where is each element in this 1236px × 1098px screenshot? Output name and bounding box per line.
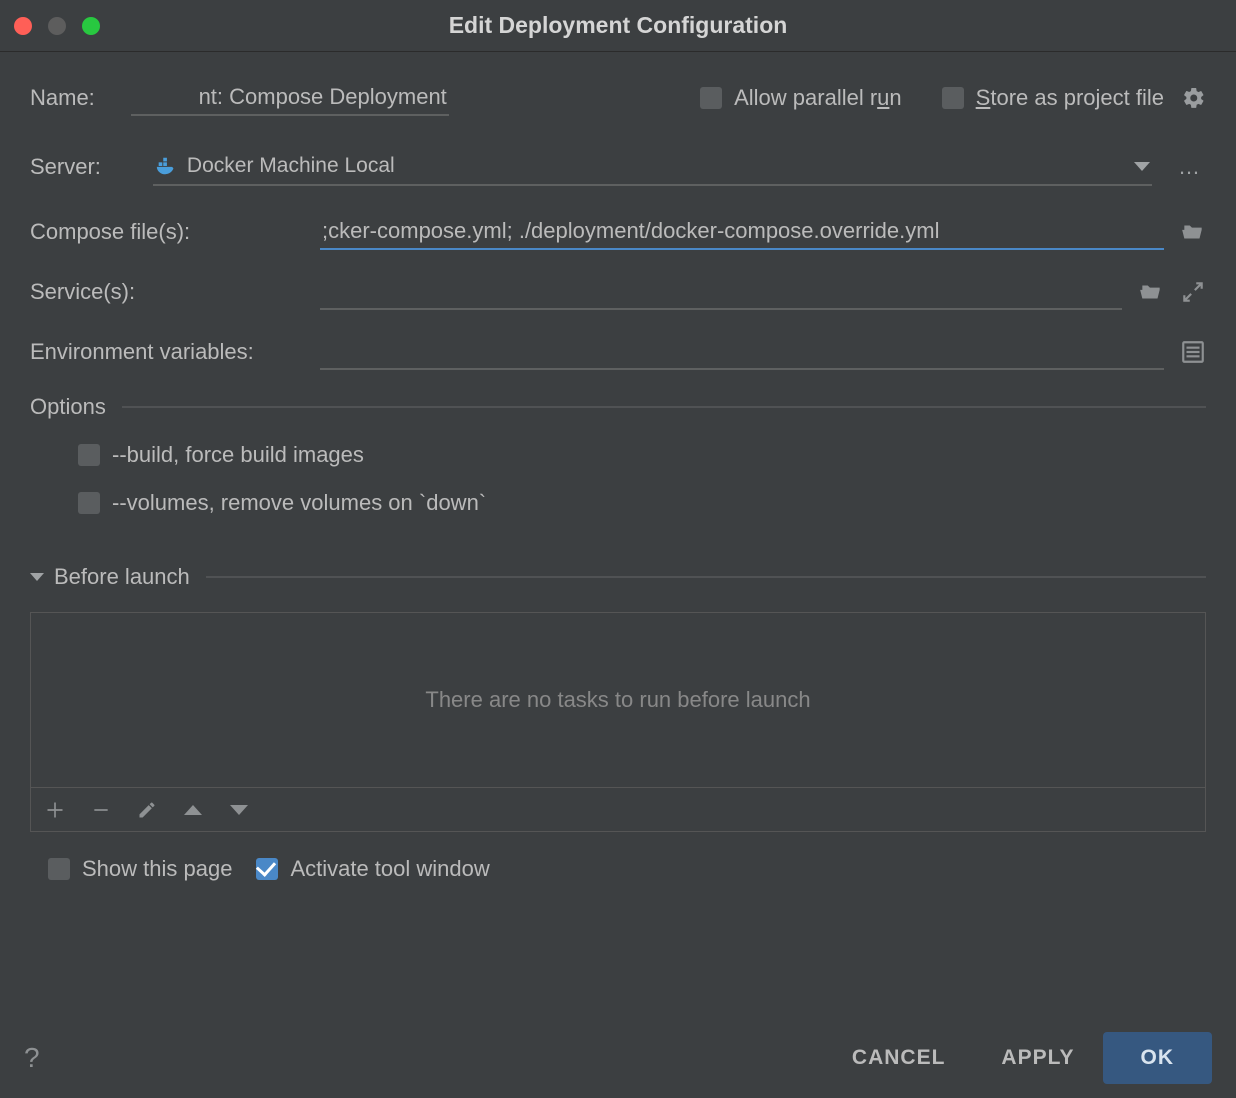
server-more-button[interactable]: … — [1174, 154, 1206, 180]
window-title: Edit Deployment Configuration — [0, 12, 1236, 39]
move-up-button[interactable] — [179, 796, 207, 824]
activate-tool-window-label[interactable]: Activate tool window — [290, 856, 489, 882]
server-label: Server: — [30, 154, 101, 180]
add-button[interactable] — [41, 796, 69, 824]
chevron-down-icon[interactable] — [30, 573, 44, 581]
name-label: Name: — [30, 85, 95, 111]
edit-button[interactable] — [133, 796, 161, 824]
window-controls — [14, 17, 100, 35]
compose-files-label: Compose file(s): — [30, 219, 320, 245]
before-launch-header[interactable]: Before launch — [30, 564, 1206, 590]
env-input[interactable] — [320, 334, 1164, 370]
show-this-page-label[interactable]: Show this page — [82, 856, 232, 882]
env-label: Environment variables: — [30, 339, 320, 365]
list-icon[interactable] — [1180, 339, 1206, 365]
allow-parallel-run-label[interactable]: Allow parallel run — [734, 85, 902, 111]
store-as-project-file-checkbox[interactable] — [942, 87, 964, 109]
options-section-header: Options — [30, 394, 1206, 420]
services-label: Service(s): — [30, 279, 320, 305]
divider — [122, 406, 1206, 408]
apply-button[interactable]: APPLY — [973, 1032, 1102, 1084]
minimize-window-button[interactable] — [48, 17, 66, 35]
chevron-down-icon — [1134, 162, 1150, 171]
close-window-button[interactable] — [14, 17, 32, 35]
expand-icon[interactable] — [1180, 279, 1206, 305]
server-dropdown[interactable]: Docker Machine Local — [153, 148, 1152, 186]
remove-button[interactable] — [87, 796, 115, 824]
before-launch-title: Before launch — [54, 564, 190, 590]
server-value: Docker Machine Local — [187, 154, 1134, 178]
folder-open-icon[interactable] — [1138, 279, 1164, 305]
options-title: Options — [30, 394, 106, 420]
help-button[interactable]: ? — [24, 1042, 40, 1074]
divider — [206, 576, 1206, 578]
cancel-button[interactable]: CANCEL — [824, 1032, 974, 1084]
folder-open-icon[interactable] — [1180, 219, 1206, 245]
name-input[interactable] — [131, 80, 449, 116]
move-down-button[interactable] — [225, 796, 253, 824]
services-input[interactable] — [320, 274, 1122, 310]
store-as-project-file-label[interactable]: Store as project file — [976, 85, 1164, 111]
build-checkbox[interactable] — [78, 444, 100, 466]
volumes-checkbox[interactable] — [78, 492, 100, 514]
build-label[interactable]: --build, force build images — [112, 442, 364, 468]
volumes-label[interactable]: --volumes, remove volumes on `down` — [112, 490, 486, 516]
before-launch-list: There are no tasks to run before launch — [30, 612, 1206, 788]
gear-icon[interactable] — [1182, 86, 1206, 110]
titlebar: Edit Deployment Configuration — [0, 0, 1236, 52]
compose-files-input[interactable] — [320, 214, 1164, 250]
show-this-page-checkbox[interactable] — [48, 858, 70, 880]
maximize-window-button[interactable] — [82, 17, 100, 35]
before-launch-toolbar — [30, 788, 1206, 832]
allow-parallel-run-checkbox[interactable] — [700, 87, 722, 109]
ok-button[interactable]: OK — [1103, 1032, 1213, 1084]
docker-icon — [155, 155, 177, 177]
activate-tool-window-checkbox[interactable] — [256, 858, 278, 880]
before-launch-empty-text: There are no tasks to run before launch — [425, 687, 810, 713]
